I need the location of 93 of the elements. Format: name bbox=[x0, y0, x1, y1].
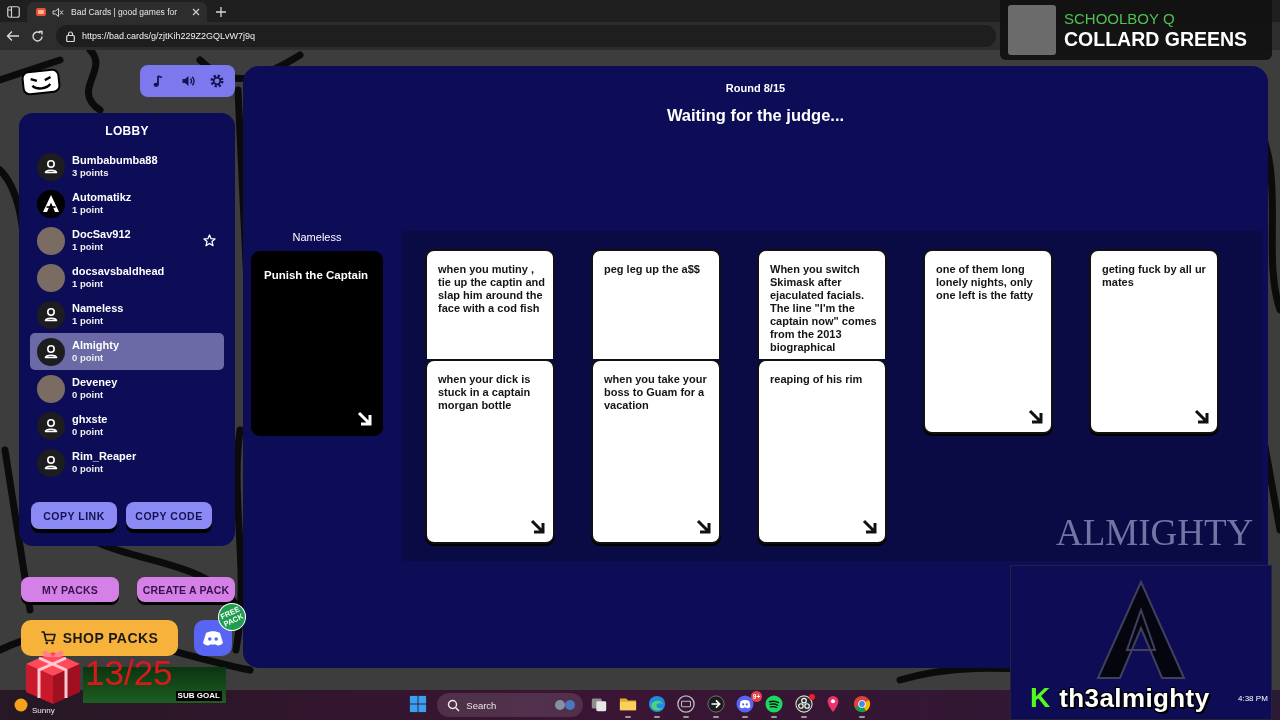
arrow-icon bbox=[1027, 408, 1044, 425]
arrow-icon bbox=[861, 518, 878, 535]
answer-text: peg leg up the a$$ bbox=[604, 263, 701, 276]
player-name: Automatikz bbox=[72, 191, 132, 204]
player-points: 1 point bbox=[72, 204, 105, 216]
rectangle-in-circle-icon[interactable] bbox=[677, 695, 696, 713]
arrow-icon bbox=[529, 518, 546, 535]
player-points: 0 point bbox=[72, 463, 105, 475]
avatar-photo bbox=[37, 263, 65, 292]
answer-card[interactable]: when your dick is stuck in a captain morgan bottle bbox=[425, 359, 555, 544]
browser-tab[interactable]: Bad Cards | good games for bbox=[27, 2, 208, 22]
player-points: 1 point bbox=[72, 241, 105, 253]
cart-icon bbox=[40, 631, 56, 645]
sub-goal-count: 13/25 bbox=[85, 655, 173, 691]
player-name: DocSav912 bbox=[72, 228, 131, 241]
person-avatar-icon bbox=[37, 337, 65, 366]
prompt-player-name: Nameless bbox=[292, 231, 342, 244]
answer-text: reaping of his rim bbox=[770, 373, 864, 386]
prompt-card[interactable]: Punish the Captain bbox=[251, 251, 383, 436]
arrow-icon bbox=[695, 518, 712, 535]
four-squares-icon[interactable] bbox=[409, 695, 427, 713]
triangle-logo-icon bbox=[1096, 580, 1186, 680]
answer-text: when you mutiny , tie up the captin and slap him around the face with a cod fish bbox=[438, 263, 546, 315]
answer-text: When you switch Skimask after ejaculated facials. The line "I'm the captain now" comes from the 2013 biographical bbox=[770, 263, 878, 354]
lock-icon bbox=[66, 30, 75, 42]
weather-text: Sunny bbox=[32, 706, 55, 715]
platform-letter: K bbox=[1030, 683, 1051, 713]
answer-card[interactable]: when you mutiny , tie up the captin and slap him around the face with a cod fish bbox=[425, 249, 555, 359]
answer-card[interactable]: peg leg up the a$$ bbox=[591, 249, 721, 359]
player-name: Nameless bbox=[72, 302, 124, 315]
address-bar[interactable]: https://bad.cards/g/zjtKih229Z2GQLvW7j9q bbox=[56, 25, 996, 47]
artist-name: SCHOOLBOY Q bbox=[1064, 9, 1176, 28]
create-pack-button[interactable]: CREATE A PACK bbox=[137, 577, 235, 602]
avatar-photo bbox=[37, 374, 65, 403]
track-title: COLLARD GREENS bbox=[1064, 27, 1248, 51]
player-name: Almighty bbox=[72, 339, 120, 352]
answer-text: when your dick is stuck in a captain morgan bottle bbox=[438, 373, 532, 412]
prompt-text: Punish the Captain bbox=[264, 268, 370, 282]
card-favicon-icon bbox=[35, 7, 47, 17]
player-points: 3 points bbox=[72, 167, 110, 179]
avatar-photo bbox=[37, 226, 65, 255]
person-avatar-icon bbox=[37, 448, 65, 477]
player-points: 0 point bbox=[72, 389, 105, 401]
arrow-icon bbox=[1193, 408, 1210, 425]
channel-logo-text: ALMIGHTY bbox=[1056, 511, 1254, 555]
arrow-icon bbox=[356, 410, 373, 427]
back-arrow-icon[interactable] bbox=[6, 30, 20, 42]
status-heading: Waiting for the judge... bbox=[666, 106, 845, 125]
player-points: 0 point bbox=[72, 426, 105, 438]
shop-packs-button[interactable]: SHOP PACKS bbox=[21, 620, 178, 656]
player-name: Rim_Reaper bbox=[72, 450, 137, 463]
controller-face-icon bbox=[202, 629, 224, 647]
answer-card[interactable]: geting fuck by all ur mates bbox=[1089, 249, 1219, 434]
person-avatar-icon bbox=[37, 300, 65, 329]
my-packs-button[interactable]: MY PACKS bbox=[21, 577, 119, 602]
player-name: Bumbabumba88 bbox=[72, 154, 158, 167]
segmented-ring-icon[interactable] bbox=[853, 695, 872, 713]
player-points: 1 point bbox=[72, 278, 105, 290]
reload-icon[interactable] bbox=[31, 29, 44, 43]
person-avatar-icon bbox=[37, 152, 65, 181]
answer-text: one of them long lonely nights, only one left is the fatty bbox=[936, 263, 1035, 302]
player-name: Deveney bbox=[72, 376, 118, 389]
logo-avatar-icon bbox=[37, 189, 65, 218]
arrow-circle-icon[interactable] bbox=[706, 695, 725, 713]
player-name: docsavsbaldhead bbox=[72, 265, 165, 278]
answer-card[interactable]: one of them long lonely nights, only one left is the fatty bbox=[923, 249, 1053, 434]
search-icon bbox=[447, 698, 461, 712]
swirl-icon[interactable] bbox=[648, 695, 667, 713]
answer-card[interactable]: when you take your boss to Guam for a vacation bbox=[591, 359, 721, 544]
sun-icon bbox=[13, 697, 29, 713]
clock-time: 4:38 PM bbox=[1238, 694, 1268, 703]
sound-waves-icon[interactable] bbox=[765, 695, 784, 713]
sidebar-toggle-icon[interactable] bbox=[7, 6, 20, 18]
close-icon[interactable] bbox=[192, 8, 201, 16]
player-name: ghxste bbox=[72, 413, 108, 426]
answer-card[interactable]: When you switch Skimask after ejaculated facials. The line "I'm the captain now" comes from the 2013 biographical bbox=[757, 249, 887, 359]
round-counter: Round 8/15 bbox=[725, 82, 786, 95]
two-circles-icon bbox=[553, 698, 578, 712]
three-rings-icon[interactable] bbox=[794, 695, 813, 713]
controller-face-icon[interactable] bbox=[736, 695, 755, 713]
album-art-placeholder bbox=[1008, 5, 1056, 55]
channel-name: th3almighty bbox=[1059, 683, 1210, 713]
answer-text: geting fuck by all ur mates bbox=[1102, 263, 1207, 289]
player-points: 1 point bbox=[72, 315, 105, 327]
new-tab-icon[interactable] bbox=[216, 7, 227, 17]
answer-card[interactable]: reaping of his rim bbox=[757, 359, 887, 544]
answer-text: when you take your boss to Guam for a vacation bbox=[604, 373, 708, 412]
player-points: 0 point bbox=[72, 352, 105, 364]
lobby-title: LOBBY bbox=[104, 123, 150, 140]
settings-icon[interactable] bbox=[209, 74, 224, 88]
person-avatar-icon bbox=[37, 411, 65, 440]
sub-goal-label: SUB GOAL bbox=[175, 691, 222, 701]
speaker-icon[interactable] bbox=[180, 74, 195, 88]
